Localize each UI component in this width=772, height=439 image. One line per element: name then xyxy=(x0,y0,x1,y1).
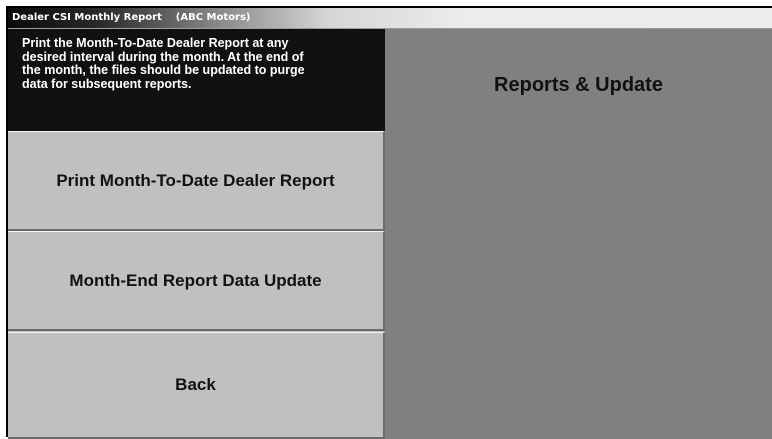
info-line-2: desired interval during the month. At th… xyxy=(22,49,304,64)
app-window: Dealer CSI Monthly Report (ABC Motors) P… xyxy=(6,6,772,439)
back-button[interactable]: Back xyxy=(8,332,385,439)
print-month-to-date-report-button[interactable]: Print Month-To-Date Dealer Report xyxy=(8,131,385,231)
month-end-data-update-label: Month-End Report Data Update xyxy=(69,270,322,290)
menu-panel: Print the Month-To-Date Dealer Report at… xyxy=(8,29,385,439)
back-label: Back xyxy=(175,375,216,394)
month-end-data-update-button[interactable]: Month-End Report Data Update xyxy=(8,231,385,331)
info-line-4: data for subsequent reports. xyxy=(22,76,192,91)
content-panel: Reports & Update xyxy=(385,29,772,439)
print-month-to-date-report-label: Print Month-To-Date Dealer Report xyxy=(56,170,335,190)
info-box: Print the Month-To-Date Dealer Report at… xyxy=(8,29,385,131)
panel-heading: Reports & Update xyxy=(494,74,663,96)
window-title: Dealer CSI Monthly Report (ABC Motors) xyxy=(12,12,251,23)
info-line-1: Print the Month-To-Date Dealer Report at… xyxy=(22,36,289,50)
info-line-3: the month, the files should be updated t… xyxy=(22,63,305,77)
title-bar: Dealer CSI Monthly Report (ABC Motors) xyxy=(8,8,772,29)
